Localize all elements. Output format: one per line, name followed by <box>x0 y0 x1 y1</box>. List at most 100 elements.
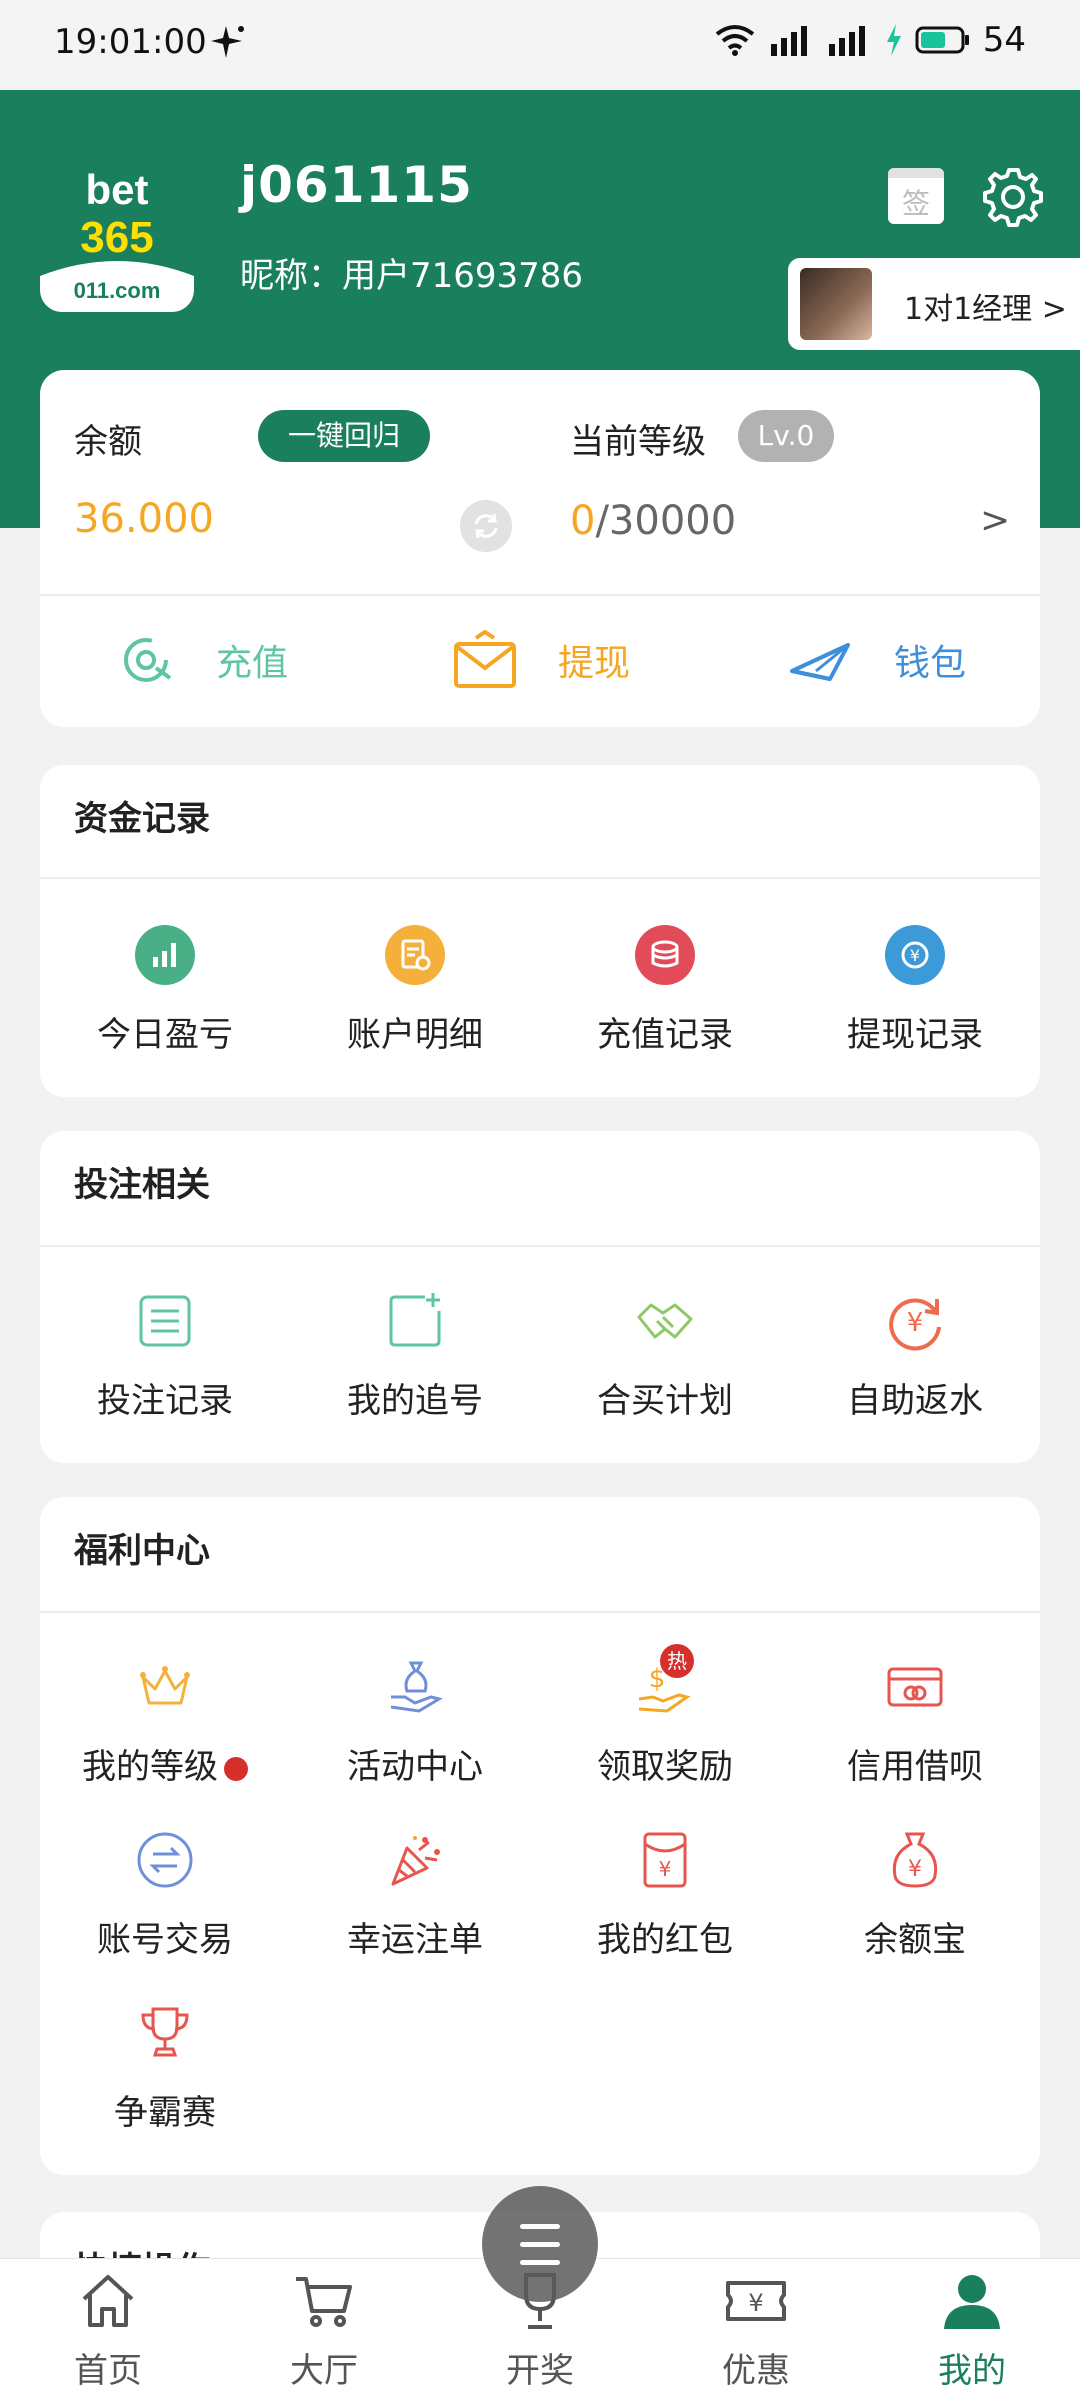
progress-total: /30000 <box>595 498 737 544</box>
username: j061115 <box>240 156 473 214</box>
funds-title: 资金记录 <box>74 799 210 839</box>
menu-icon <box>520 2224 560 2229</box>
svg-text:¥: ¥ <box>908 1857 922 1882</box>
tournament-item[interactable]: 争霸赛 <box>40 2003 290 2134</box>
notification-dot <box>224 1756 248 1781</box>
divider <box>40 1611 1040 1613</box>
signal-icon-2 <box>828 26 865 56</box>
party-popper-icon <box>391 1836 440 1886</box>
nav-promo[interactable]: ¥ 优惠 <box>648 2269 864 2392</box>
sign-in-label: 签 <box>901 187 930 220</box>
bet-record-label: 投注记录 <box>97 1381 233 1421</box>
claim-reward-label: 领取奖励 <box>597 1747 733 1787</box>
nav-lobby[interactable]: 大厅 <box>216 2269 432 2392</box>
withdraw-record-item[interactable]: ¥ 提现记录 <box>790 925 1040 1056</box>
progress-current: 0 <box>570 498 596 544</box>
level-badge: Lv.0 <box>738 410 834 462</box>
money-bag-hand-icon <box>390 1661 443 1713</box>
my-level-item[interactable]: 我的等级 <box>40 1657 290 1788</box>
logo-text-3: 011.com <box>74 278 161 303</box>
balance-label: 余额 <box>74 422 142 462</box>
nav-draw-label: 开奖 <box>506 2351 574 2391</box>
manager-button[interactable]: 1对1经理 > <box>788 258 1080 350</box>
manager-avatar <box>800 268 872 340</box>
money-bag-icon: ¥ <box>892 1832 938 1888</box>
wifi-icon <box>715 25 754 56</box>
ledger-icon <box>385 925 445 985</box>
today-profit-label: 今日盈亏 <box>97 1015 233 1055</box>
account-detail-item[interactable]: 账户明细 <box>290 925 540 1056</box>
crown-icon <box>140 1666 190 1705</box>
welfare-card: 福利中心 我的等级 活动中心 $ 热 领取奖励 信用借呗 账号交易 幸运注单 ¥… <box>40 1497 1040 2175</box>
welfare-title: 福利中心 <box>74 1531 210 1571</box>
app-logo: bet 365 011.com <box>40 158 194 312</box>
wallet-button[interactable]: 钱包 <box>790 625 966 695</box>
floating-menu-button[interactable] <box>482 2186 598 2302</box>
chase-number-item[interactable]: 我的追号 <box>290 1291 540 1422</box>
lucky-bet-item[interactable]: 幸运注单 <box>290 1830 540 1961</box>
recharge-record-item[interactable]: 充值记录 <box>540 925 790 1056</box>
nav-mine[interactable]: 我的 <box>864 2269 1080 2392</box>
svg-text:¥: ¥ <box>748 2289 763 2317</box>
group-buy-item[interactable]: 合买计划 <box>540 1291 790 1422</box>
chase-number-label: 我的追号 <box>347 1381 483 1421</box>
account-trade-item[interactable]: 账号交易 <box>40 1830 290 1961</box>
red-packet-label: 我的红包 <box>597 1920 733 1960</box>
nickname: 昵称：用户71693786 <box>240 256 584 296</box>
home-icon <box>82 2275 134 2327</box>
today-profit-item[interactable]: 今日盈亏 <box>40 925 290 1056</box>
red-packet-item[interactable]: ¥ 我的红包 <box>540 1830 790 1961</box>
divider <box>40 1245 1040 1247</box>
charging-icon <box>886 24 901 56</box>
signal-icon <box>770 26 807 56</box>
betting-card: 投注相关 投注记录 我的追号 合买计划 ¥ 自助返水 <box>40 1131 1040 1463</box>
level-label: 当前等级 <box>570 422 706 462</box>
logo-text-1: bet <box>86 166 149 213</box>
ticket-icon: ¥ <box>726 2281 786 2321</box>
withdraw-record-label: 提现记录 <box>847 1015 983 1055</box>
gear-icon[interactable] <box>980 164 1046 230</box>
status-bar: 19:01:00 54 <box>0 0 1080 90</box>
svg-text:¥: ¥ <box>910 946 920 965</box>
logo-text-2: 365 <box>80 213 153 262</box>
my-level-label: 我的等级 <box>82 1747 218 1787</box>
lucky-bet-label: 幸运注单 <box>347 1920 483 1960</box>
rebate-item[interactable]: ¥ 自助返水 <box>790 1291 1040 1422</box>
one-click-return-button[interactable]: 一键回归 <box>258 410 430 462</box>
bet-record-item[interactable]: 投注记录 <box>40 1291 290 1422</box>
balance-amount: 36.000 <box>74 496 214 542</box>
recharge-icon <box>124 638 172 682</box>
recharge-button[interactable]: 充值 <box>120 625 288 695</box>
refresh-icon[interactable] <box>460 500 512 552</box>
divider <box>40 877 1040 879</box>
balance-card: 余额 一键回归 当前等级 Lv.0 36.000 0/30000 > 充值 提现 <box>40 370 1040 727</box>
sign-in-button[interactable]: 签 <box>888 168 944 224</box>
hot-badge: 热 <box>667 1649 687 1673</box>
yuan-refresh-icon: ¥ <box>889 1298 941 1351</box>
credit-loan-item[interactable]: 信用借呗 <box>790 1657 1040 1788</box>
exchange-icon <box>137 1832 193 1888</box>
group-buy-label: 合买计划 <box>597 1381 733 1421</box>
account-trade-label: 账号交易 <box>97 1920 233 1960</box>
activity-center-item[interactable]: 活动中心 <box>290 1657 540 1788</box>
betting-title: 投注相关 <box>74 1165 210 1205</box>
svg-text:¥: ¥ <box>659 1857 672 1881</box>
sparkle-icon <box>211 26 244 58</box>
claim-reward-item[interactable]: $ 热 领取奖励 <box>540 1644 790 1788</box>
nav-home[interactable]: 首页 <box>0 2269 216 2392</box>
cart-icon <box>296 2277 352 2327</box>
currency-exchange-icon: ¥ <box>885 925 945 985</box>
account-detail-label: 账户明细 <box>347 1015 483 1055</box>
activity-center-label: 活动中心 <box>347 1747 483 1787</box>
yuebao-item[interactable]: ¥ 余额宝 <box>790 1830 1040 1961</box>
handshake-icon <box>637 1303 693 1339</box>
divider <box>40 594 1040 596</box>
recharge-label: 充值 <box>216 643 289 684</box>
rebate-label: 自助返水 <box>847 1381 983 1421</box>
battery-level: 54 <box>982 20 1026 60</box>
trophy-icon <box>141 2007 189 2057</box>
level-arrow[interactable]: > <box>980 500 1010 541</box>
user-icon <box>944 2275 1000 2329</box>
credit-card-icon <box>887 1667 943 1707</box>
withdraw-button[interactable]: 提现 <box>452 625 630 695</box>
